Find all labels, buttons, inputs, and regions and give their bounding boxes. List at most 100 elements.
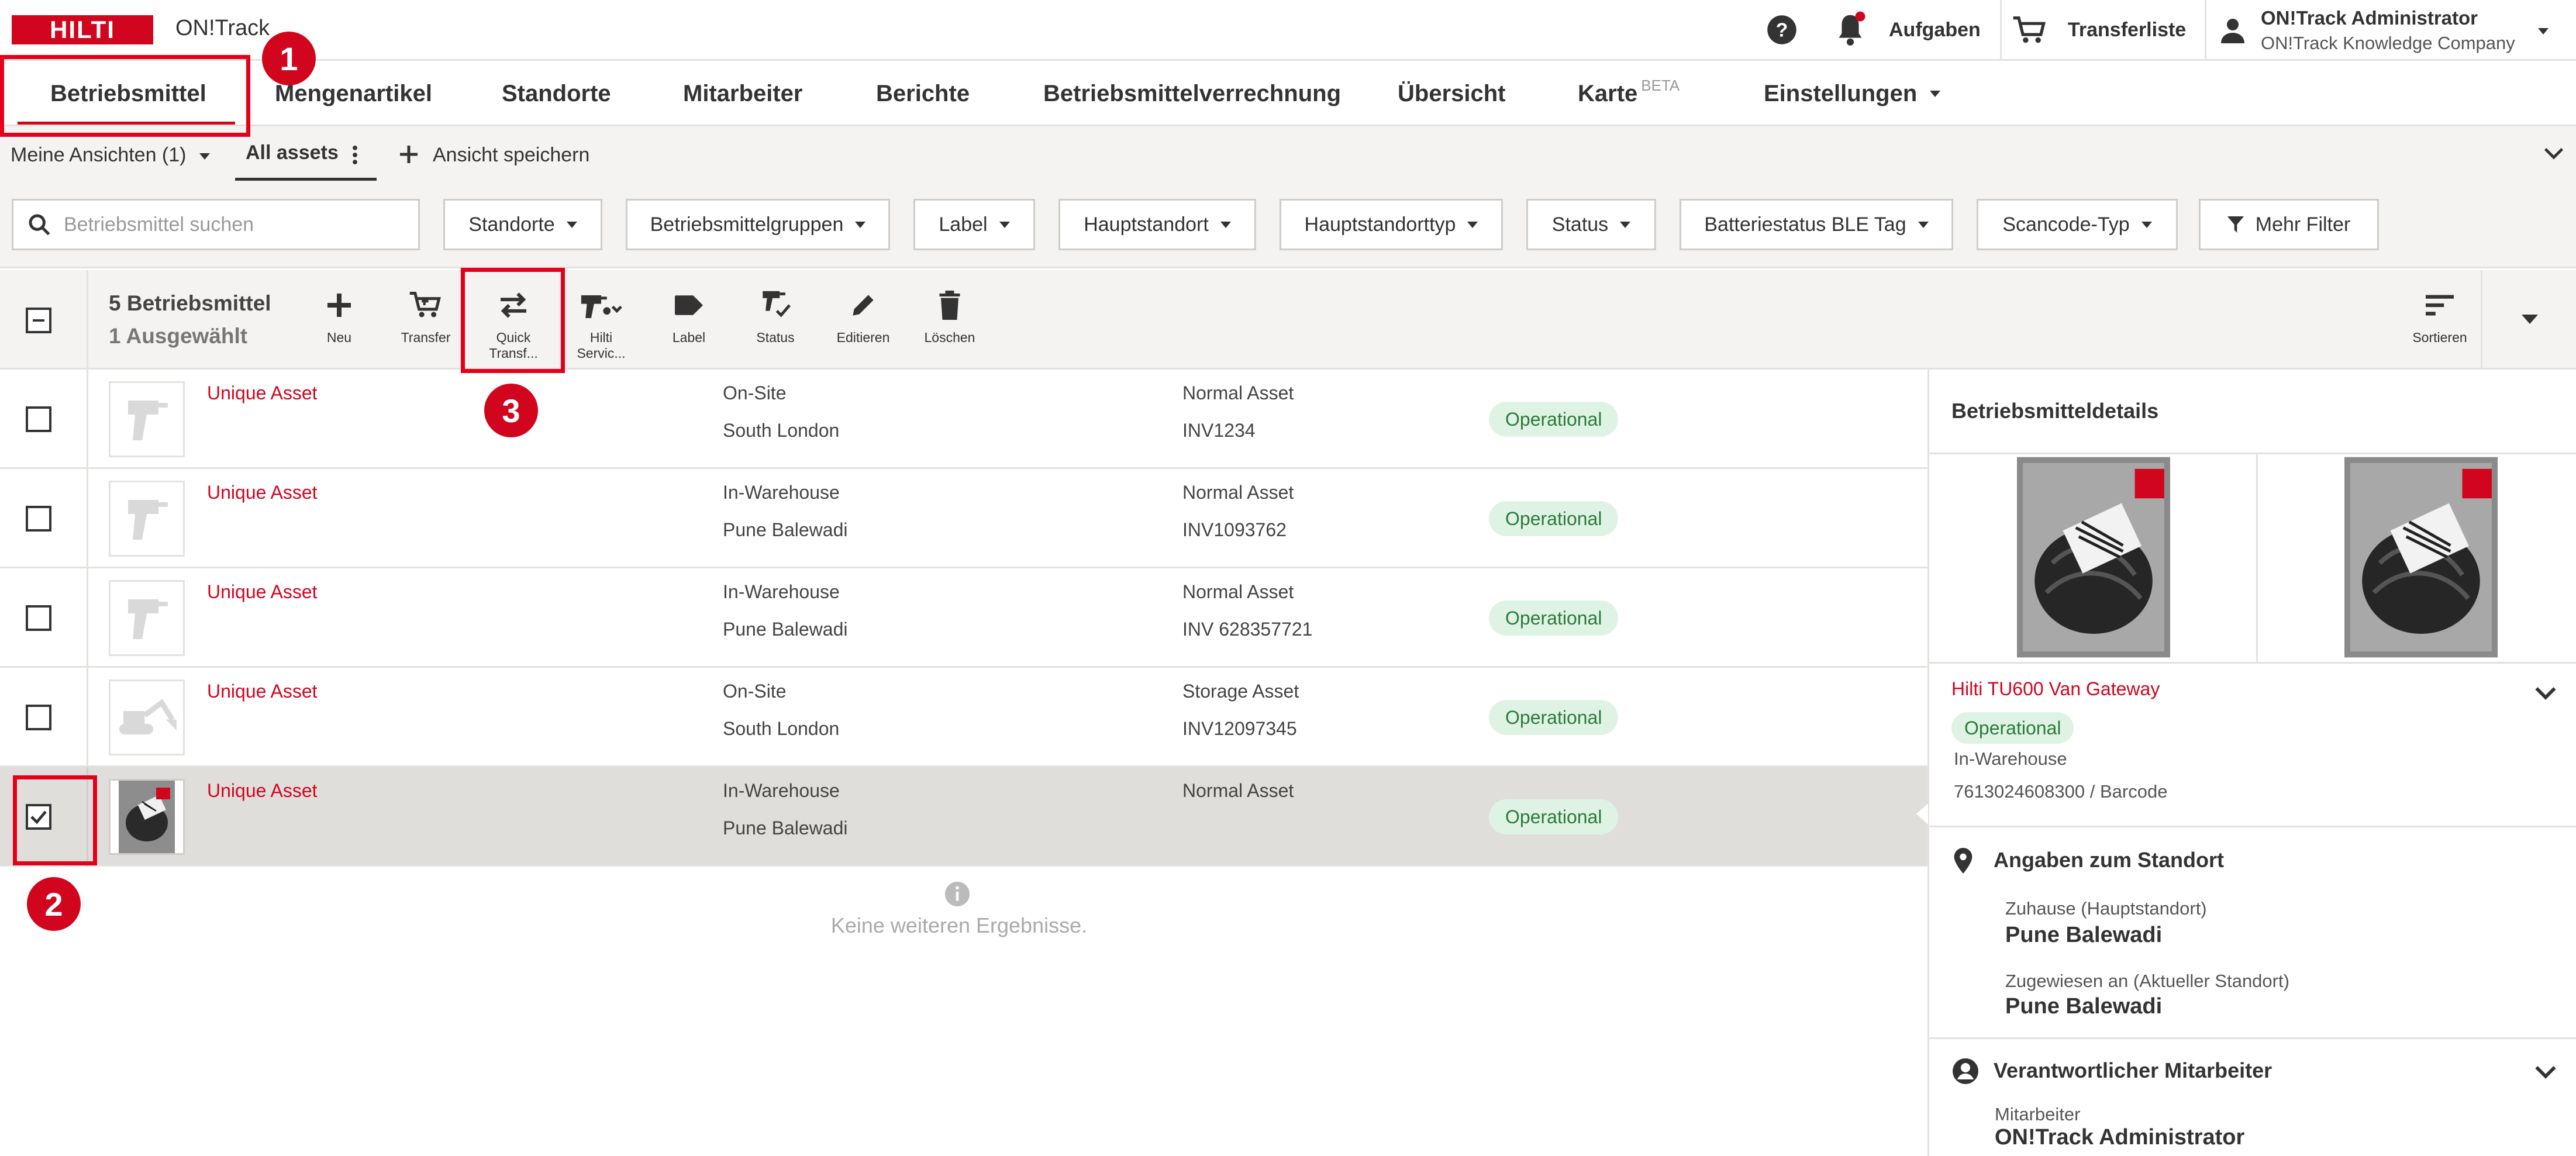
step-marker-2: 2 — [27, 877, 81, 931]
tab-karte[interactable]: Karte BETA — [1578, 61, 1680, 126]
select-all-checkbox[interactable] — [26, 308, 51, 333]
table-row[interactable]: Unique Asset On-Site South London Storag… — [0, 668, 1927, 767]
row-checkbox[interactable] — [26, 406, 51, 432]
asset-name-link[interactable]: Unique Asset — [207, 482, 318, 503]
home-location-value: Pune Balewadi — [2005, 923, 2163, 947]
row-checkbox[interactable] — [26, 605, 51, 631]
tab-berichte[interactable]: Berichte — [876, 61, 970, 126]
asset-location: South London — [723, 420, 840, 441]
info-icon — [944, 881, 971, 907]
new-button[interactable]: Neu — [298, 288, 380, 346]
detail-state: In-Warehouse — [1954, 748, 2067, 769]
row-checkbox[interactable] — [26, 705, 51, 730]
panel-pointer — [1916, 803, 1928, 824]
edit-button[interactable]: Editieren — [822, 288, 904, 346]
filter-scancode-typ[interactable]: Scancode-Typ — [1977, 199, 2178, 250]
asset-name-link[interactable]: Unique Asset — [207, 681, 318, 702]
asset-name-link[interactable]: Unique Asset — [207, 581, 318, 603]
detail-asset-name[interactable]: Hilti TU600 Van Gateway — [1951, 678, 2160, 700]
filter-hauptstandorttyp[interactable]: Hauptstandorttyp — [1280, 199, 1503, 250]
sort-lines-icon — [2426, 295, 2454, 316]
employee-label: Mitarbeiter — [1995, 1104, 2081, 1124]
filter-hauptstandort[interactable]: Hauptstandort — [1058, 199, 1256, 250]
main-nav: Betriebsmittel Mengenartikel Standorte M… — [0, 61, 2576, 126]
trash-icon — [939, 291, 960, 320]
asset-photo[interactable] — [2017, 456, 2170, 658]
sort-button[interactable]: Sortieren — [2399, 288, 2481, 346]
row-divider — [87, 370, 88, 469]
search-input[interactable]: Betriebsmittel suchen — [12, 199, 420, 250]
status-badge: Operational — [1489, 700, 1619, 735]
status-button[interactable]: Status — [734, 288, 816, 346]
kebab-menu-icon[interactable] — [352, 145, 358, 165]
asset-state: On-Site — [723, 382, 787, 403]
asset-thumbnail — [109, 381, 185, 457]
label-button[interactable]: Label — [648, 288, 730, 346]
tab-uebersicht[interactable]: Übersicht — [1398, 61, 1506, 126]
detail-divider — [1929, 662, 2576, 664]
asset-type: Normal Asset — [1182, 581, 1294, 602]
user-menu-caret-icon[interactable] — [2538, 27, 2549, 37]
filter-status[interactable]: Status — [1526, 199, 1656, 250]
more-filters-button[interactable]: Mehr Filter — [2199, 199, 2379, 250]
table-row[interactable]: Unique Asset On-Site South London Normal… — [0, 370, 1927, 469]
asset-state: In-Warehouse — [723, 581, 840, 602]
drill-service-icon — [581, 295, 622, 318]
action-toolbar: 5 Betriebsmittel 1 Ausgewählt Neu Transf… — [0, 270, 2576, 370]
transfer-list-label[interactable]: Transferliste — [2068, 19, 2186, 42]
table-row[interactable]: Unique Asset In-Warehouse Pune Balewadi … — [0, 469, 1927, 568]
transfer-button[interactable]: Transfer — [385, 288, 467, 346]
status-tool-icon — [763, 291, 791, 318]
toolbar-expand-icon[interactable] — [2522, 315, 2538, 327]
active-view-tab[interactable]: All assets — [246, 142, 339, 164]
asset-photo[interactable] — [2344, 456, 2498, 658]
delete-button[interactable]: Löschen — [909, 288, 991, 346]
asset-code: INV12097345 — [1182, 718, 1297, 739]
asset-code: INV 628357721 — [1182, 619, 1313, 640]
drill-placeholder-icon — [128, 500, 168, 540]
notifications-label[interactable]: Aufgaben — [1889, 19, 1981, 42]
highlight-box-tab — [0, 55, 250, 137]
asset-name-link[interactable]: Unique Asset — [207, 382, 318, 404]
table-row-selected[interactable]: Unique Asset In-Warehouse Pune Balewadi … — [0, 767, 1927, 867]
detail-divider — [1929, 1037, 2576, 1039]
user-circle-icon — [1951, 1057, 1980, 1085]
asset-location: Pune Balewadi — [723, 817, 848, 838]
table-row[interactable]: Unique Asset In-Warehouse Pune Balewadi … — [0, 568, 1927, 668]
photo-divider — [2256, 453, 2258, 662]
assigned-location-value: Pune Balewadi — [2005, 994, 2163, 1019]
drill-placeholder-icon — [128, 599, 168, 639]
tab-mitarbeiter[interactable]: Mitarbeiter — [683, 61, 803, 126]
tab-betriebsmittelverrechnung[interactable]: Betriebsmittelverrechnung — [1043, 61, 1341, 126]
employee-value: ON!Track Administrator — [1995, 1125, 2245, 1150]
views-bar: Meine Ansichten (1) All assets Ansicht s… — [0, 126, 2576, 182]
status-badge: Operational — [1489, 402, 1619, 437]
plus-icon[interactable] — [400, 146, 418, 163]
gateway-photo-thumbnail — [119, 781, 175, 853]
row-checkbox[interactable] — [26, 506, 51, 532]
status-badge: Operational — [1489, 799, 1619, 834]
hilti-service-button[interactable]: Hilti Servic... — [560, 288, 642, 361]
location-section-title: Angaben zum Standort — [1994, 848, 2224, 872]
filter-standorte[interactable]: Standorte — [443, 199, 602, 250]
my-views-dropdown[interactable]: Meine Ansichten (1) — [11, 144, 210, 167]
chevron-down-icon[interactable] — [2534, 685, 2557, 700]
asset-thumbnail — [109, 779, 185, 855]
filter-betriebsmittelgruppen[interactable]: Betriebsmittelgruppen — [626, 199, 890, 250]
tab-einstellungen[interactable]: Einstellungen — [1764, 61, 1941, 126]
search-icon — [29, 214, 50, 236]
asset-name-link[interactable]: Unique Asset — [207, 780, 318, 802]
asset-detail-panel: Betriebsmitteldetails Hilti TU600 Van Ga… — [1916, 370, 2576, 1156]
filter-batteriestatus[interactable]: Batteriestatus BLE Tag — [1680, 199, 1953, 250]
hilti-logo[interactable]: HILTI — [12, 15, 153, 44]
user-name[interactable]: ON!Track Administrator — [2261, 7, 2478, 29]
help-circle-icon[interactable]: ? — [1766, 14, 1798, 46]
chevron-down-icon[interactable] — [2534, 1064, 2557, 1079]
filter-label[interactable]: Label — [913, 199, 1035, 250]
save-view-button[interactable]: Ansicht speichern — [433, 144, 589, 167]
bell-icon[interactable] — [1833, 9, 1868, 49]
collapse-chevron-icon[interactable] — [2544, 146, 2564, 160]
pencil-icon — [853, 295, 874, 316]
cart-icon[interactable] — [2012, 15, 2048, 46]
tab-standorte[interactable]: Standorte — [502, 61, 611, 126]
